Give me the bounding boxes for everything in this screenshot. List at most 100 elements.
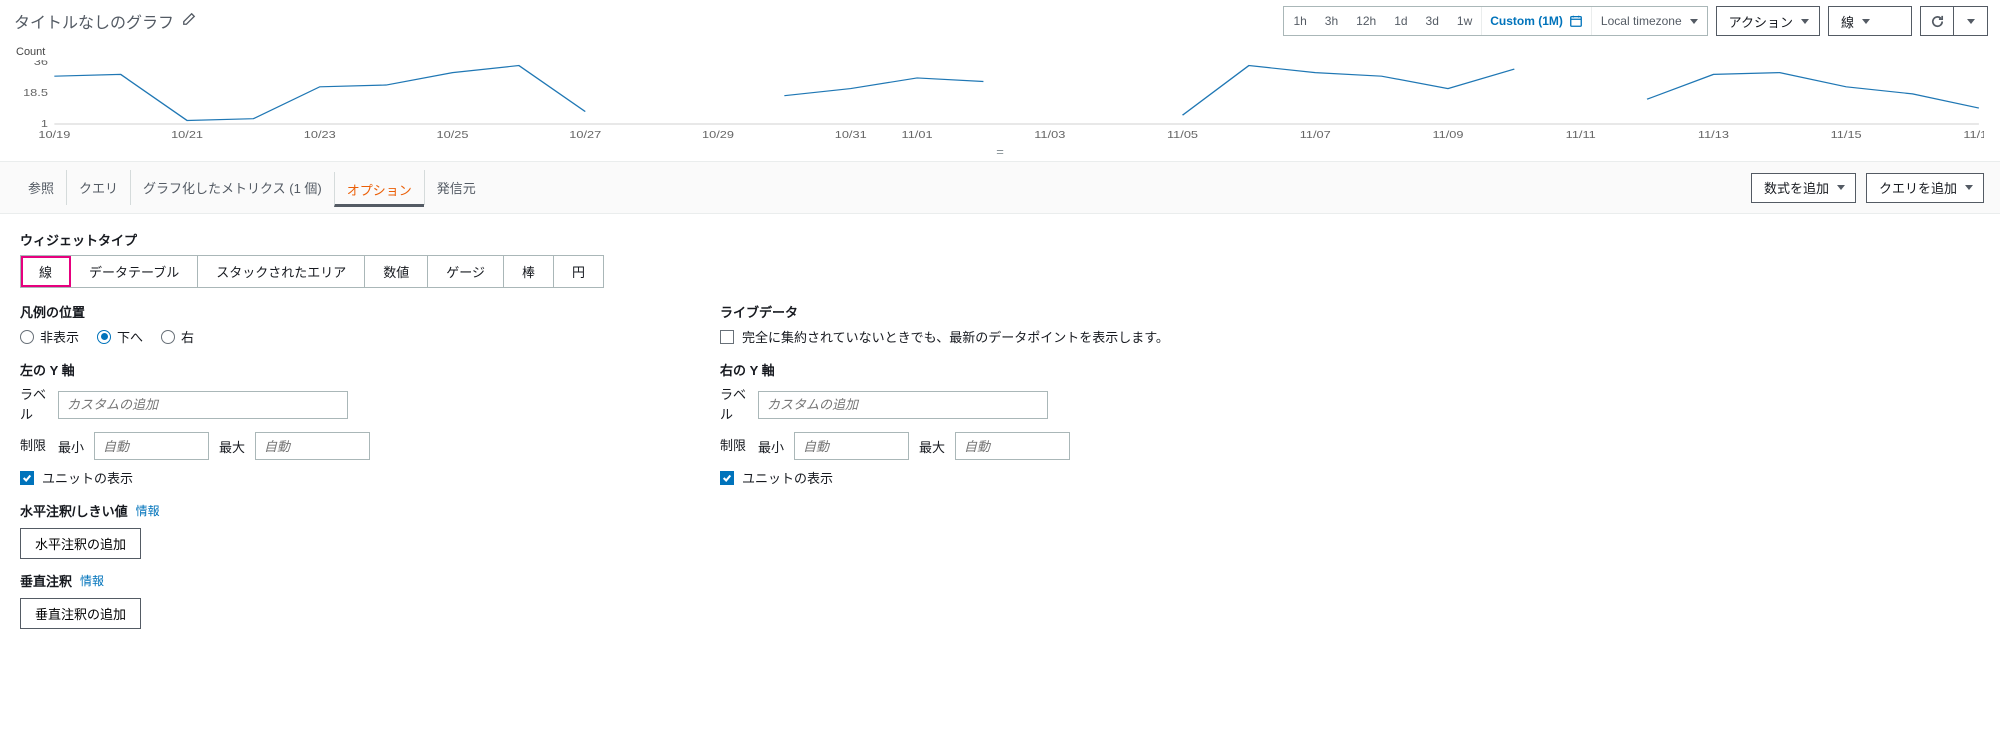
range-3h[interactable]: 3h bbox=[1316, 7, 1347, 35]
svg-text:10/29: 10/29 bbox=[702, 130, 734, 140]
y-axis-label: Count bbox=[16, 46, 1984, 58]
widget-type-pie[interactable]: 円 bbox=[554, 256, 603, 287]
limit-word: 制限 bbox=[20, 436, 48, 456]
graph-title: タイトルなしのグラフ bbox=[14, 9, 174, 33]
right-y-max-input[interactable] bbox=[955, 432, 1070, 460]
right-y-label-input[interactable] bbox=[758, 391, 1048, 419]
widget-type-datatable[interactable]: データテーブル bbox=[71, 256, 198, 287]
svg-text:18.5: 18.5 bbox=[23, 88, 48, 98]
range-custom[interactable]: Custom (1M) bbox=[1481, 7, 1591, 35]
radio-icon bbox=[161, 330, 175, 344]
svg-text:11/11: 11/11 bbox=[1566, 130, 1596, 140]
svg-text:11/17: 11/17 bbox=[1963, 130, 1984, 140]
svg-text:1: 1 bbox=[41, 119, 48, 129]
right-unit-display-checkbox[interactable] bbox=[720, 471, 734, 485]
svg-text:10/27: 10/27 bbox=[569, 130, 601, 140]
options-right-col: ライブデータ 完全に集約されていないときでも、最新のデータポイントを表示します。… bbox=[720, 302, 1360, 629]
live-data-desc: 完全に集約されていないときでも、最新のデータポイントを表示します。 bbox=[742, 327, 1169, 346]
label-word: ラベル bbox=[720, 385, 748, 424]
widget-type-number[interactable]: 数値 bbox=[365, 256, 428, 287]
line-chart: 1 18.5 36 10/19 10/21 10/23 10/25 10/27 10/29 10/… bbox=[16, 60, 1984, 140]
tab-options[interactable]: オプション bbox=[334, 172, 424, 207]
left-y-label-input[interactable] bbox=[58, 391, 348, 419]
options-left-col: 凡例の位置 非表示 下へ 右 左の Y 軸 ラベル bbox=[20, 302, 660, 629]
max-label: 最大 bbox=[919, 437, 945, 456]
left-y-max-input[interactable] bbox=[255, 432, 370, 460]
svg-text:10/21: 10/21 bbox=[171, 130, 203, 140]
tabs: 参照 クエリ グラフ化したメトリクス (1 個) オプション 発信元 bbox=[16, 170, 488, 205]
tab-source[interactable]: 発信元 bbox=[424, 170, 488, 205]
svg-text:10/19: 10/19 bbox=[38, 130, 70, 140]
h-annot-label: 水平注釈/しきい値 bbox=[20, 501, 128, 520]
widget-type-group: 線 データテーブル スタックされたエリア 数値 ゲージ 棒 円 bbox=[20, 255, 604, 288]
line-style-button[interactable]: 線 bbox=[1828, 6, 1912, 36]
svg-text:11/13: 11/13 bbox=[1698, 130, 1729, 140]
v-annot-info-link[interactable]: 情報 bbox=[80, 572, 104, 589]
limit-word: 制限 bbox=[720, 436, 748, 456]
chart-area: Count 1 18.5 36 10/19 10/21 10/23 10/25 10/27 10… bbox=[0, 42, 2000, 142]
range-1h[interactable]: 1h bbox=[1284, 7, 1315, 35]
widget-type-gauge[interactable]: ゲージ bbox=[428, 256, 504, 287]
max-label: 最大 bbox=[219, 437, 245, 456]
legend-hide-radio[interactable]: 非表示 bbox=[20, 327, 79, 346]
header-bar: タイトルなしのグラフ 1h 3h 12h 1d 3d 1w Custom (1M… bbox=[0, 0, 2000, 42]
range-3d[interactable]: 3d bbox=[1417, 7, 1448, 35]
legend-label: 凡例の位置 bbox=[20, 302, 660, 321]
svg-text:11/01: 11/01 bbox=[902, 130, 933, 140]
left-y-axis-label: 左の Y 軸 bbox=[20, 360, 660, 379]
svg-text:10/31: 10/31 bbox=[835, 130, 867, 140]
svg-text:11/09: 11/09 bbox=[1432, 130, 1463, 140]
legend-radio-group: 非表示 下へ 右 bbox=[20, 327, 660, 346]
left-unit-display-checkbox[interactable] bbox=[20, 471, 34, 485]
range-1w[interactable]: 1w bbox=[1448, 7, 1481, 35]
tab-graphed-metrics[interactable]: グラフ化したメトリクス (1 個) bbox=[130, 170, 334, 205]
unit-display-label: ユニットの表示 bbox=[742, 468, 833, 487]
refresh-dropdown[interactable] bbox=[1954, 6, 1988, 36]
timezone-select[interactable]: Local timezone bbox=[1591, 7, 1707, 35]
unit-display-label: ユニットの表示 bbox=[42, 468, 133, 487]
resize-gripper[interactable]: = bbox=[0, 142, 2000, 161]
legend-right-radio[interactable]: 右 bbox=[161, 327, 194, 346]
live-data-label: ライブデータ bbox=[720, 302, 1360, 321]
svg-text:11/15: 11/15 bbox=[1831, 130, 1862, 140]
refresh-button[interactable] bbox=[1920, 6, 1954, 36]
svg-text:10/25: 10/25 bbox=[437, 130, 469, 140]
legend-bottom-radio[interactable]: 下へ bbox=[97, 327, 143, 346]
right-y-axis-label: 右の Y 軸 bbox=[720, 360, 1360, 379]
label-word: ラベル bbox=[20, 385, 48, 424]
svg-text:10/23: 10/23 bbox=[304, 130, 336, 140]
tab-query[interactable]: クエリ bbox=[66, 170, 130, 205]
action-button[interactable]: アクション bbox=[1716, 6, 1820, 36]
widget-type-bar[interactable]: 棒 bbox=[504, 256, 554, 287]
range-1d[interactable]: 1d bbox=[1385, 7, 1416, 35]
min-label: 最小 bbox=[58, 437, 84, 456]
right-y-min-input[interactable] bbox=[794, 432, 909, 460]
v-annot-label: 垂直注釈 bbox=[20, 571, 72, 590]
svg-text:11/03: 11/03 bbox=[1034, 130, 1065, 140]
radio-icon bbox=[97, 330, 111, 344]
add-expression-button[interactable]: 数式を追加 bbox=[1751, 173, 1856, 203]
range-12h[interactable]: 12h bbox=[1347, 7, 1385, 35]
add-h-annot-button[interactable]: 水平注釈の追加 bbox=[20, 528, 141, 559]
widget-type-line[interactable]: 線 bbox=[21, 256, 71, 287]
widget-type-stacked-area[interactable]: スタックされたエリア bbox=[198, 256, 365, 287]
min-label: 最小 bbox=[758, 437, 784, 456]
edit-title-icon[interactable] bbox=[182, 12, 196, 31]
radio-icon bbox=[20, 330, 34, 344]
tab-actions: 数式を追加 クエリを追加 bbox=[1751, 173, 1984, 203]
svg-text:11/05: 11/05 bbox=[1167, 130, 1198, 140]
options-panel: ウィジェットタイプ 線 データテーブル スタックされたエリア 数値 ゲージ 棒 … bbox=[0, 214, 2000, 653]
h-annot-info-link[interactable]: 情報 bbox=[136, 502, 160, 519]
svg-text:36: 36 bbox=[34, 60, 48, 68]
graph-title-region: タイトルなしのグラフ bbox=[14, 9, 196, 33]
widget-type-label: ウィジェットタイプ bbox=[20, 230, 1980, 249]
live-data-checkbox[interactable] bbox=[720, 330, 734, 344]
svg-text:11/07: 11/07 bbox=[1300, 130, 1331, 140]
add-v-annot-button[interactable]: 垂直注釈の追加 bbox=[20, 598, 141, 629]
left-y-min-input[interactable] bbox=[94, 432, 209, 460]
header-controls: 1h 3h 12h 1d 3d 1w Custom (1M) Local tim… bbox=[1283, 6, 1988, 36]
add-query-button[interactable]: クエリを追加 bbox=[1866, 173, 1984, 203]
time-range-picker: 1h 3h 12h 1d 3d 1w Custom (1M) Local tim… bbox=[1283, 6, 1707, 36]
tab-browse[interactable]: 参照 bbox=[16, 170, 66, 205]
tab-row: 参照 クエリ グラフ化したメトリクス (1 個) オプション 発信元 数式を追加… bbox=[0, 161, 2000, 214]
